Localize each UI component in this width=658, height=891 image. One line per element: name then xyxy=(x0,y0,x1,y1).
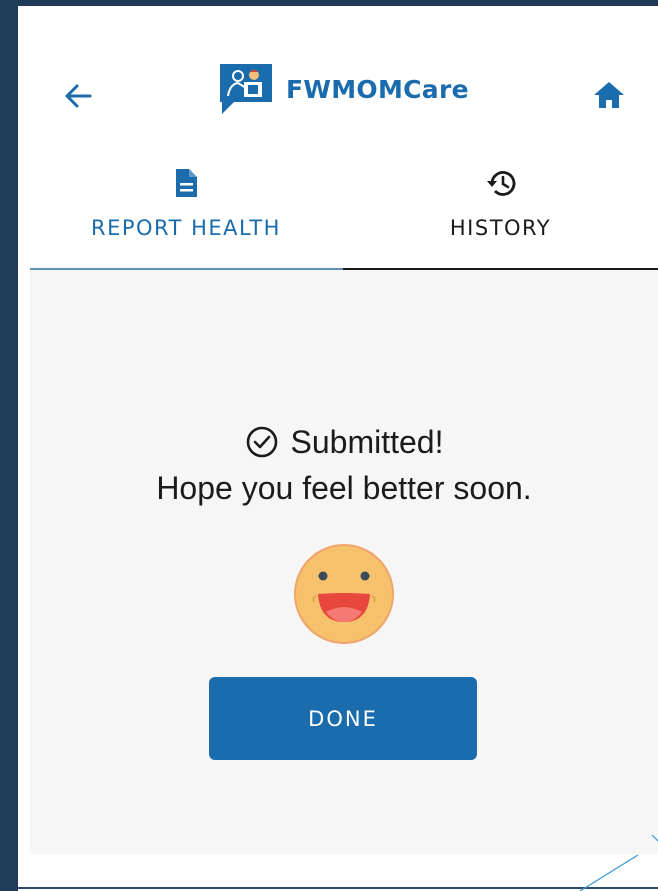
tab-history[interactable]: HISTORY xyxy=(343,158,658,267)
app-title: FWMOMCare xyxy=(286,75,469,104)
document-icon xyxy=(169,166,203,200)
tab-divider xyxy=(343,268,658,270)
active-tab-indicator xyxy=(30,268,343,270)
check-circle-icon xyxy=(245,425,279,459)
tab-history-label: HISTORY xyxy=(449,216,552,240)
frame-left-border xyxy=(0,0,18,891)
app-screen: FWMOMCare REPORT HEALTH HISTORY Submitte… xyxy=(30,6,658,854)
fwmomcare-logo-icon xyxy=(216,60,276,120)
home-button[interactable] xyxy=(590,76,628,114)
feel-better-message: Hope you feel better soon. xyxy=(156,470,532,506)
decorative-corner-line xyxy=(579,835,658,891)
tab-report-health[interactable]: REPORT HEALTH xyxy=(30,158,342,267)
arrow-left-icon xyxy=(65,84,92,108)
history-icon xyxy=(484,166,518,200)
home-icon xyxy=(594,82,624,108)
submitted-status: Submitted! xyxy=(30,424,658,461)
tab-report-health-label: REPORT HEALTH xyxy=(91,216,281,240)
smiling-face-icon xyxy=(292,542,396,646)
back-button[interactable] xyxy=(60,78,96,114)
done-button[interactable]: DONE xyxy=(209,677,477,760)
app-header: FWMOMCare REPORT HEALTH HISTORY xyxy=(30,6,658,270)
status-text: Submitted! xyxy=(290,424,444,460)
